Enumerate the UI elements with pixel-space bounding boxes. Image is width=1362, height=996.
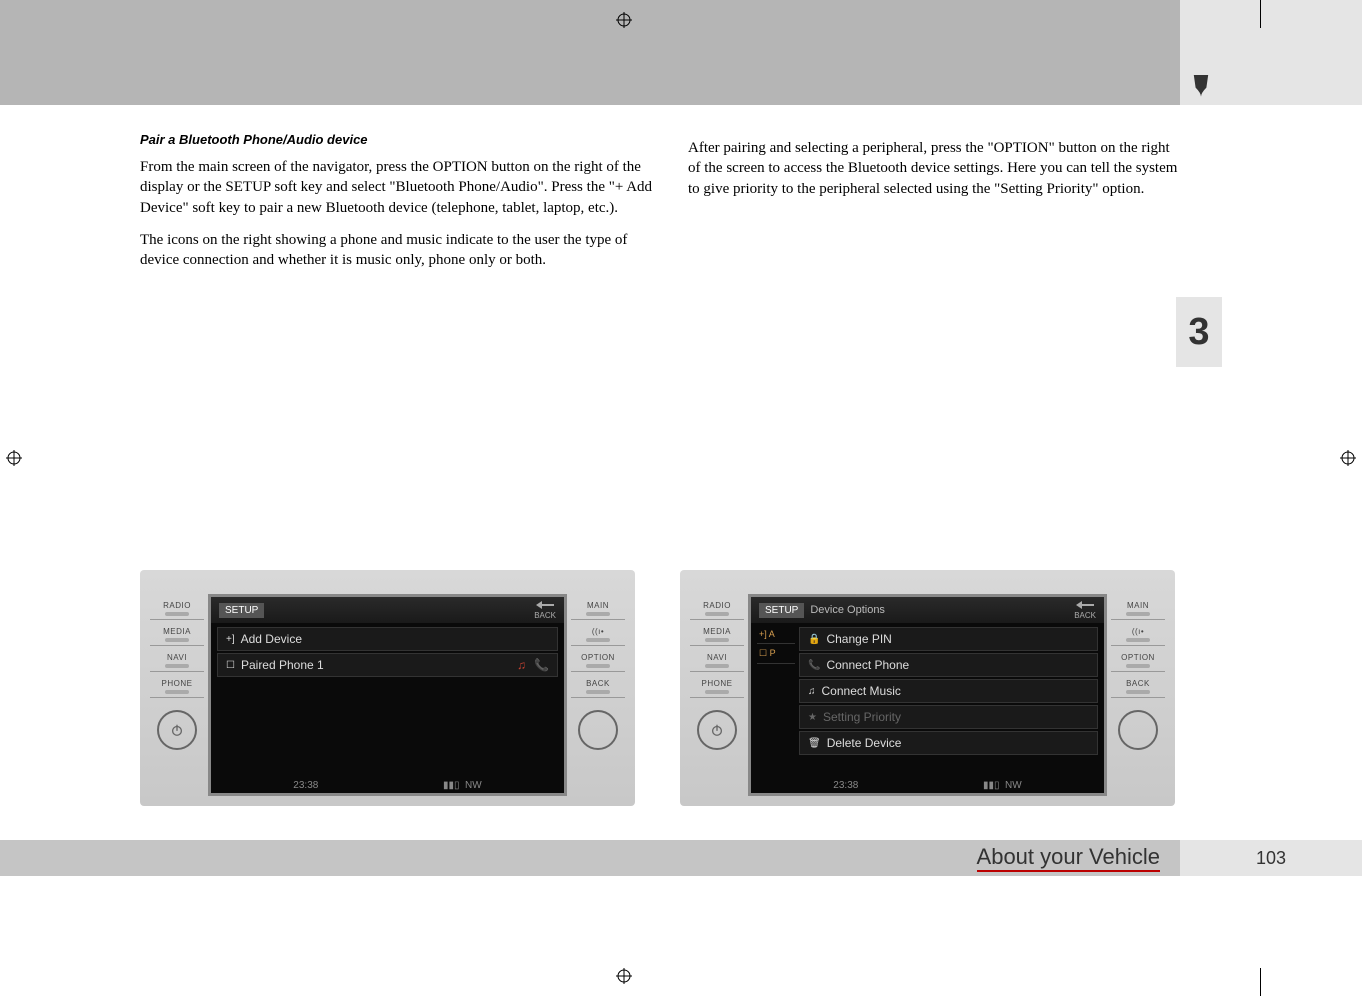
infotainment-screenshot-options: RADIO MEDIA NAVI PHONE SETUP Device Opti… bbox=[680, 570, 1175, 806]
row-label: Setting Priority bbox=[823, 710, 901, 724]
row-label: Change PIN bbox=[826, 632, 891, 646]
left-hard-buttons: RADIO MEDIA NAVI PHONE bbox=[150, 594, 204, 796]
power-icon bbox=[170, 723, 184, 737]
navi-button[interactable]: NAVI bbox=[690, 650, 744, 672]
screen-list: +] Add Device ☐ Paired Phone 1 ♫ 📞 bbox=[211, 623, 564, 681]
media-button[interactable]: MEDIA bbox=[150, 624, 204, 646]
footer-side: 103 bbox=[1180, 840, 1362, 876]
ferrari-logo-icon bbox=[1192, 75, 1210, 97]
center-screen: SETUP Device Options BACK +] A ☐ P 🔒 Cha… bbox=[748, 594, 1107, 796]
right-hard-buttons: MAIN ((ı• OPTION BACK bbox=[1111, 594, 1165, 796]
row-label: Paired Phone 1 bbox=[241, 658, 324, 672]
left-hard-buttons: RADIO MEDIA NAVI PHONE bbox=[690, 594, 744, 796]
phone-icon: 📞 bbox=[534, 658, 549, 672]
signal-button[interactable]: ((ı• bbox=[1111, 624, 1165, 646]
row-label: Add Device bbox=[241, 632, 302, 646]
rotary-knob[interactable] bbox=[578, 710, 618, 750]
add-icon: +] bbox=[226, 634, 235, 645]
power-knob[interactable] bbox=[157, 710, 197, 750]
back-softkey[interactable]: BACK bbox=[534, 601, 556, 620]
row-label: Connect Music bbox=[822, 684, 901, 698]
screen-list: 🔒 Change PIN 📞 Connect Phone ♫ Connect M… bbox=[793, 623, 1104, 759]
star-icon: ★ bbox=[808, 712, 817, 723]
antenna-icon: ((ı• bbox=[592, 627, 604, 636]
setup-badge: SETUP bbox=[759, 603, 804, 618]
phone-icon: 📞 bbox=[808, 660, 820, 671]
section-heading: Pair a Bluetooth Phone/Audio device bbox=[140, 132, 660, 147]
connect-phone-row[interactable]: 📞 Connect Phone bbox=[799, 653, 1098, 677]
registration-mark-icon bbox=[616, 968, 632, 984]
screen-header: SETUP Device Options BACK bbox=[751, 597, 1104, 623]
option-button[interactable]: OPTION bbox=[1111, 650, 1165, 672]
navi-button[interactable]: NAVI bbox=[150, 650, 204, 672]
left-sub-panel: +] A ☐ P bbox=[757, 625, 795, 664]
option-button[interactable]: OPTION bbox=[571, 650, 625, 672]
lock-icon: 🔒 bbox=[808, 634, 820, 645]
page: Pair a Bluetooth Phone/Audio device From… bbox=[0, 0, 1362, 996]
sub-add[interactable]: +] A bbox=[757, 625, 795, 644]
radio-button[interactable]: RADIO bbox=[150, 598, 204, 620]
registration-mark-icon bbox=[616, 12, 632, 28]
screen-title: Device Options bbox=[810, 604, 885, 616]
registration-mark-icon bbox=[6, 450, 22, 466]
section-name: About your Vehicle bbox=[977, 844, 1160, 872]
delete-device-row[interactable]: 🗑 Delete Device bbox=[799, 731, 1098, 755]
paired-device-row[interactable]: ☐ Paired Phone 1 ♫ 📞 bbox=[217, 653, 558, 677]
row-label: Connect Phone bbox=[826, 658, 909, 672]
antenna-icon: ((ı• bbox=[1132, 627, 1144, 636]
back-softkey[interactable]: BACK bbox=[1074, 601, 1096, 620]
phone-button[interactable]: PHONE bbox=[150, 676, 204, 698]
crop-mark-icon bbox=[1260, 968, 1261, 996]
device-icon: ☐ bbox=[226, 660, 235, 671]
back-arrow-icon bbox=[1076, 601, 1094, 609]
paragraph: After pairing and selecting a peripheral… bbox=[688, 138, 1178, 199]
rotary-knob[interactable] bbox=[1118, 710, 1158, 750]
signal-icon: ▮▮▯ bbox=[443, 780, 460, 791]
main-button[interactable]: MAIN bbox=[571, 598, 625, 620]
center-screen: SETUP BACK +] Add Device ☐ Paired Phone … bbox=[208, 594, 567, 796]
music-icon: ♫ bbox=[808, 686, 816, 697]
setting-priority-row[interactable]: ★ Setting Priority bbox=[799, 705, 1098, 729]
back-button[interactable]: BACK bbox=[1111, 676, 1165, 698]
clock: 23:38 bbox=[833, 780, 858, 791]
connect-music-row[interactable]: ♫ Connect Music bbox=[799, 679, 1098, 703]
back-button[interactable]: BACK bbox=[571, 676, 625, 698]
back-arrow-icon bbox=[536, 601, 554, 609]
music-icon: ♫ bbox=[517, 658, 526, 672]
paragraph: From the main screen of the navigator, p… bbox=[140, 157, 660, 218]
add-device-row[interactable]: +] Add Device bbox=[217, 627, 558, 651]
trash-icon: 🗑 bbox=[808, 738, 821, 749]
phone-button[interactable]: PHONE bbox=[690, 676, 744, 698]
media-button[interactable]: MEDIA bbox=[690, 624, 744, 646]
power-icon bbox=[710, 723, 724, 737]
change-pin-row[interactable]: 🔒 Change PIN bbox=[799, 627, 1098, 651]
registration-mark-icon bbox=[1340, 450, 1356, 466]
main-button[interactable]: MAIN bbox=[1111, 598, 1165, 620]
header-band bbox=[0, 0, 1180, 105]
footer-text: About your Vehicle bbox=[0, 840, 1180, 876]
setup-badge: SETUP bbox=[219, 603, 264, 618]
chapter-number: 3 bbox=[1188, 311, 1209, 354]
compass: NW bbox=[465, 780, 482, 791]
power-knob[interactable] bbox=[697, 710, 737, 750]
left-column: Pair a Bluetooth Phone/Audio device From… bbox=[140, 132, 660, 282]
page-number: 103 bbox=[1256, 848, 1286, 869]
crop-mark-icon bbox=[1260, 0, 1261, 28]
right-column: After pairing and selecting a peripheral… bbox=[688, 138, 1178, 211]
right-hard-buttons: MAIN ((ı• OPTION BACK bbox=[571, 594, 625, 796]
paragraph: The icons on the right showing a phone a… bbox=[140, 230, 660, 271]
status-bar: 23:38 ▮▮▯ NW bbox=[211, 780, 564, 791]
infotainment-screenshot-setup: RADIO MEDIA NAVI PHONE SETUP BACK bbox=[140, 570, 635, 806]
compass: NW bbox=[1005, 780, 1022, 791]
chapter-indicator: 3 bbox=[1176, 297, 1222, 367]
screen-header: SETUP BACK bbox=[211, 597, 564, 623]
status-bar: 23:38 ▮▮▯ NW bbox=[751, 780, 1104, 791]
signal-icon: ▮▮▯ bbox=[983, 780, 1000, 791]
radio-button[interactable]: RADIO bbox=[690, 598, 744, 620]
sub-paired[interactable]: ☐ P bbox=[757, 644, 795, 664]
clock: 23:38 bbox=[293, 780, 318, 791]
row-label: Delete Device bbox=[827, 736, 902, 750]
signal-button[interactable]: ((ı• bbox=[571, 624, 625, 646]
